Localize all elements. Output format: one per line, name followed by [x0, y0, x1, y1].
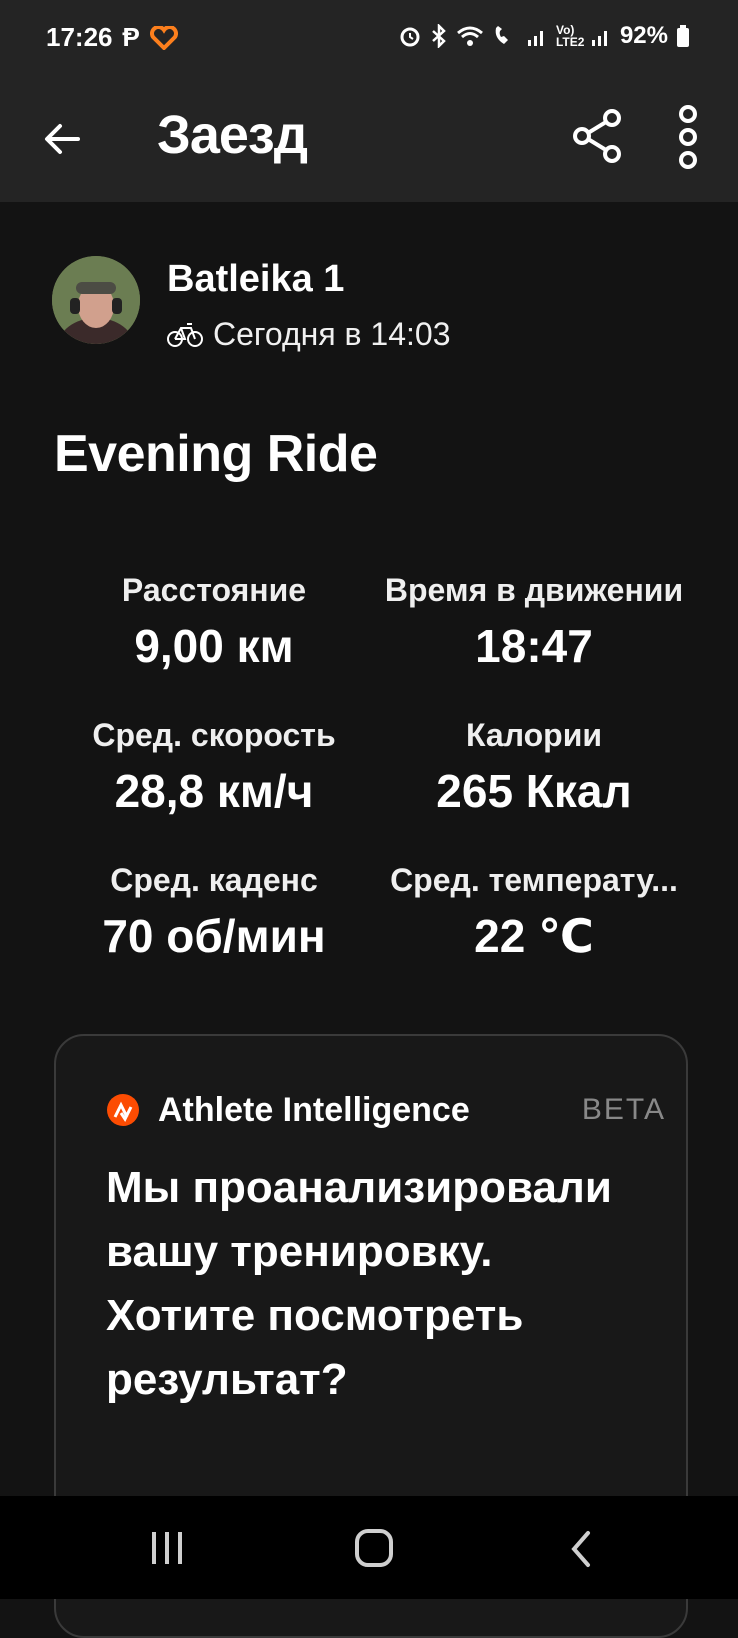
stat-label: Время в движении	[384, 572, 684, 608]
signal-icon	[527, 31, 543, 46]
stat-avg-temperature: Сред. температу... 22 ℃	[374, 862, 694, 963]
beta-badge: BETA	[581, 1093, 666, 1126]
stat-value: 9,00 км	[134, 620, 294, 672]
page-title: Заезд	[157, 105, 308, 165]
stat-value: 18:47	[475, 620, 593, 672]
stat-distance: Расстояние 9,00 км	[54, 572, 374, 673]
signal-icon-2	[591, 31, 607, 46]
stat-calories: Калории 265 Ккал	[374, 717, 694, 818]
more-vertical-icon[interactable]	[666, 104, 710, 170]
system-nav-bar	[0, 1496, 738, 1599]
stat-label: Расстояние	[121, 572, 307, 608]
app-bar: Заезд	[0, 80, 738, 202]
ai-card-message: Мы проанализировали вашу тренировку. Хот…	[106, 1163, 612, 1404]
alarm-icon	[400, 27, 420, 47]
activity-title: Evening Ride	[54, 425, 378, 483]
status-right: Vo) LTE2 92%	[398, 22, 690, 50]
status-time: 17:26	[46, 22, 113, 52]
recent-apps-icon[interactable]	[150, 1530, 184, 1566]
bike-icon	[167, 322, 203, 347]
wifi-icon	[456, 26, 483, 46]
stat-label: Сред. температу...	[390, 862, 678, 898]
wifi-call-icon	[495, 26, 508, 44]
ai-card-title: Athlete Intelligence	[158, 1090, 470, 1129]
stat-label: Сред. каденс	[110, 862, 318, 898]
activity-time: Сегодня в 14:03	[213, 316, 451, 352]
athlete-avatar[interactable]	[52, 256, 140, 344]
stat-value: 28,8 км/ч	[114, 765, 314, 817]
volte-icon: Vo) LTE2	[555, 23, 585, 49]
activity-meta: Сегодня в 14:03	[167, 316, 451, 353]
stat-avg-cadence: Сред. каденс 70 об/мин	[54, 862, 374, 963]
status-left: 17:26 Ᵽ	[46, 22, 178, 53]
ai-card-header: Athlete Intelligence BETA	[106, 1088, 666, 1132]
stat-avg-speed: Сред. скорость 28,8 км/ч	[54, 717, 374, 818]
home-icon[interactable]	[354, 1528, 394, 1568]
status-bar: 17:26 Ᵽ Vo) LTE2 92%	[0, 0, 738, 80]
stat-value: 265 Ккал	[436, 765, 632, 817]
athlete-name[interactable]: Batleika 1	[167, 258, 344, 301]
p-app-icon: Ᵽ	[122, 22, 140, 52]
stat-value: 22 ℃	[474, 910, 594, 962]
bluetooth-icon	[432, 24, 446, 48]
battery-percent: 92%	[619, 22, 668, 49]
stat-moving-time: Время в движении 18:47	[374, 572, 694, 673]
back-icon[interactable]	[566, 1530, 596, 1568]
back-arrow-icon[interactable]	[38, 114, 88, 164]
battery-icon	[677, 25, 689, 47]
stat-label: Калории	[465, 717, 603, 753]
share-icon[interactable]	[568, 106, 628, 166]
stat-value: 70 об/мин	[102, 910, 326, 962]
strava-heart-icon	[149, 25, 178, 50]
athlete-intelligence-icon	[107, 1094, 139, 1126]
stat-label: Сред. скорость	[92, 717, 336, 753]
avatar-image	[52, 256, 140, 344]
